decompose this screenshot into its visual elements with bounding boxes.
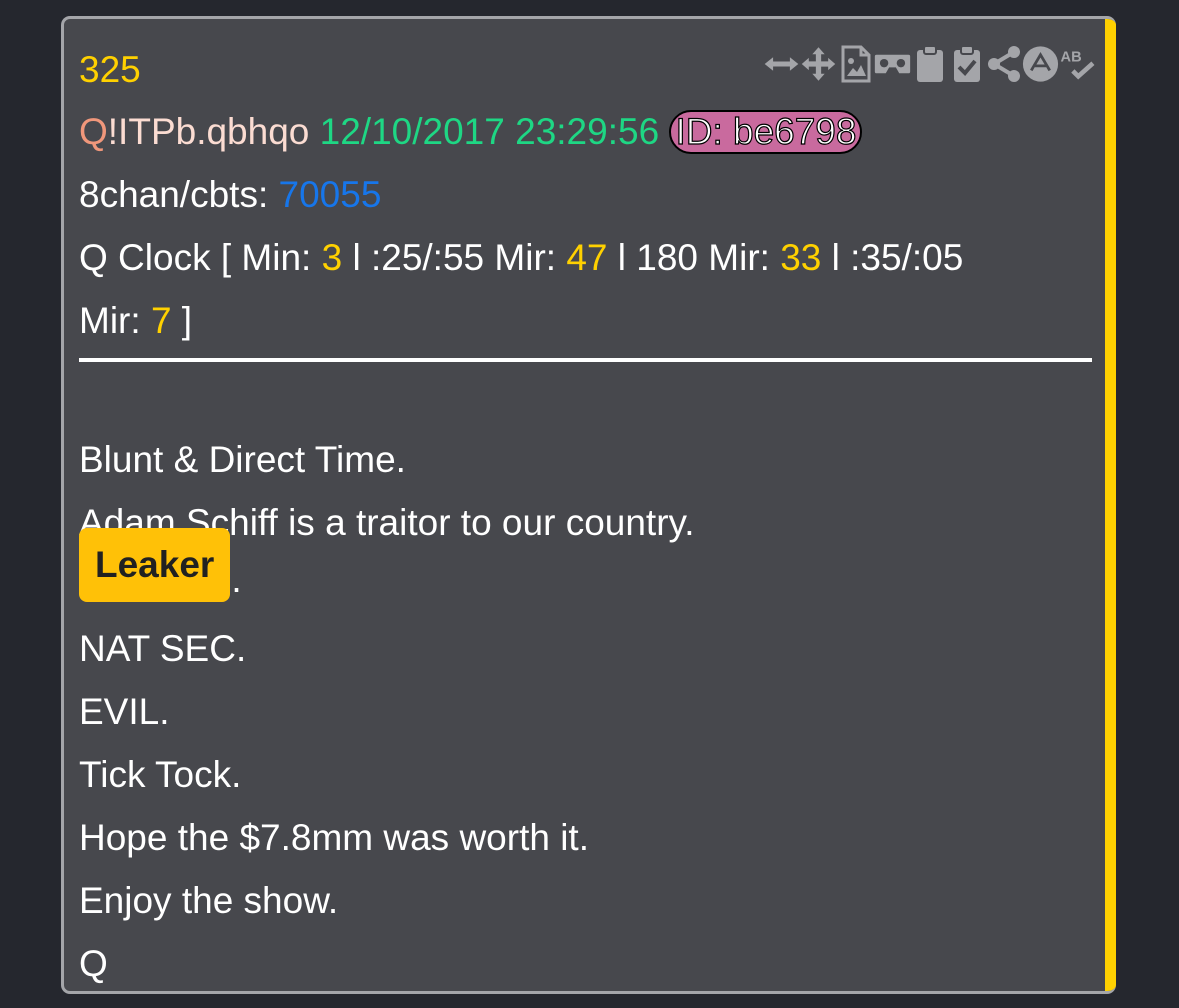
body-line-1: Blunt & Direct Time. xyxy=(79,439,406,480)
header-divider xyxy=(79,358,1092,362)
move-icon[interactable] xyxy=(800,43,837,85)
vr-goggles-icon[interactable] xyxy=(874,43,911,85)
q-clock-line-2: Mir: 7 ] xyxy=(79,299,192,343)
svg-text:AB: AB xyxy=(1061,50,1082,66)
q-clock-line: Q Clock [ Min: 3 l :25/:55 Mir: 47 l 180… xyxy=(79,236,963,280)
leaker-highlight[interactable]: Leaker xyxy=(79,528,231,602)
arrows-horizontal-icon[interactable] xyxy=(763,43,800,85)
body-line-6: Tick Tock. xyxy=(79,754,242,795)
author-tripcode: !ITPb.qbhqo xyxy=(107,111,310,152)
body-line-4: NAT SEC. xyxy=(79,628,247,669)
post-number[interactable]: 325 xyxy=(79,48,141,92)
post-header: Q!ITPb.qbhqo 12/10/2017 23:29:56 ID: be6… xyxy=(79,110,863,154)
q-clock-line2-prefix: Mir: xyxy=(79,300,151,341)
board-reference: 8chan/cbts: 70055 xyxy=(79,173,381,217)
q-clock-min[interactable]: 3 xyxy=(322,237,343,278)
q-clock-line2-suffix: ] xyxy=(171,300,193,341)
spellcheck-icon[interactable]: AB xyxy=(1059,43,1096,85)
q-clock-mir1[interactable]: 47 xyxy=(566,237,607,278)
share-icon[interactable] xyxy=(985,43,1022,85)
q-clock-prefix: Q Clock [ Min: xyxy=(79,237,322,278)
q-clock-mir2[interactable]: 33 xyxy=(780,237,821,278)
leaker-period: . xyxy=(231,559,242,600)
body-line-8: Enjoy the show. xyxy=(79,880,339,921)
accent-bar xyxy=(1105,19,1116,991)
body-line-5: EVIL. xyxy=(79,691,170,732)
post-timestamp: 12/10/2017 23:29:56 xyxy=(319,111,660,152)
q-clock-sep3: l :35/:05 xyxy=(821,237,964,278)
q-clock-mir3[interactable]: 7 xyxy=(151,300,172,341)
author-name: Q xyxy=(79,111,108,152)
up-arrow-circle-icon[interactable] xyxy=(1022,43,1059,85)
q-clock-sep2: l 180 Mir: xyxy=(607,237,781,278)
board-label: 8chan/cbts: xyxy=(79,174,279,215)
poster-id-badge[interactable]: ID: be6798 xyxy=(669,110,863,154)
clipboard-icon[interactable] xyxy=(911,43,948,85)
body-signature: Q xyxy=(79,943,108,984)
body-line-7: Hope the $7.8mm was worth it. xyxy=(79,817,589,858)
q-clock-sep1: l :25/:55 Mir: xyxy=(342,237,567,278)
post-reference-link[interactable]: 70055 xyxy=(279,174,382,215)
post-card: AB 325 Q!ITPb.qbhqo 12/10/2017 23:29:56 … xyxy=(61,16,1116,994)
image-file-icon[interactable] xyxy=(837,43,874,85)
clipboard-check-icon[interactable] xyxy=(948,43,985,85)
leaker-row: Leaker. xyxy=(79,528,242,602)
post-toolbar: AB xyxy=(763,43,1096,85)
